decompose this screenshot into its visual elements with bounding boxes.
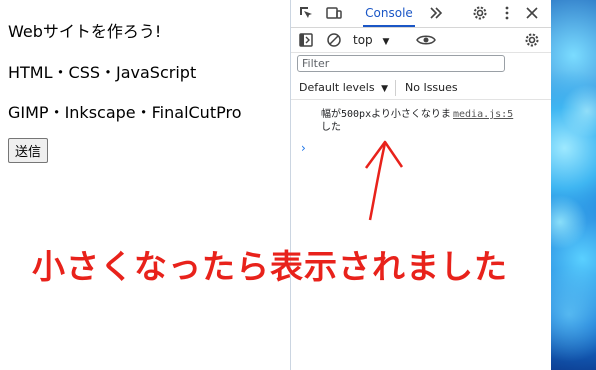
annotation-arrow-icon xyxy=(364,140,404,221)
annotation-caption: 小さくなったら表示されました xyxy=(32,247,508,286)
